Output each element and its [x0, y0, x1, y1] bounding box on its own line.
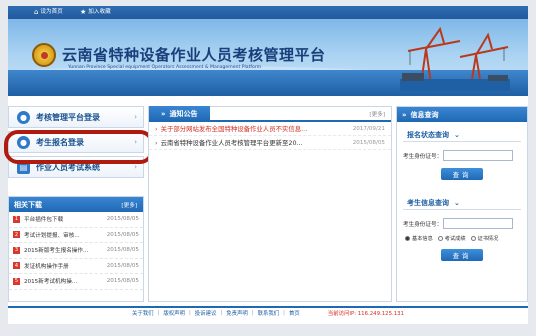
notice-title: 关于部分网站发布全国特种设备作业人员不实信息... — [160, 125, 308, 133]
download-title: 2015新版考生报名操作... — [24, 248, 89, 255]
bullet-icon: › — [155, 138, 158, 147]
info-query-panel: » 信息查询 报名状态查询 ⌄ 考生身份证号： 查询 考生信息查询 ⌄ 考生身份… — [396, 106, 528, 302]
item-number: 3 — [13, 246, 20, 254]
site-title: 云南省特种设备作业人员考核管理平台 — [62, 46, 326, 64]
download-title: 发证机构操作手册 — [24, 263, 69, 270]
notice-item[interactable]: › 云南省特种设备作业人员考核管理平台更新至20... 2015/08/05 — [149, 136, 391, 150]
favorite-label: 加入收藏 — [88, 9, 111, 15]
id-label: 考生身份证号： — [403, 221, 443, 228]
set-home-label: 设为首页 — [40, 9, 63, 15]
top-bar: ⌂ 设为首页 ★ 加入收藏 — [8, 6, 528, 19]
crane-illustration — [400, 26, 510, 91]
document-icon: ▤ — [17, 160, 30, 174]
footer-link-about[interactable]: 关于我们 — [132, 309, 154, 317]
footer-link-disclaimer[interactable]: 免责声明 — [226, 309, 248, 317]
notices-header: » 通知公告 [更多] — [149, 106, 391, 122]
info-query-heading: 考生信息查询 ⌄ — [403, 196, 521, 210]
info-id-input[interactable] — [443, 218, 513, 229]
footer-link-feedback[interactable]: 投诉建议 — [195, 309, 217, 317]
notices-tab[interactable]: » 通知公告 — [149, 106, 210, 121]
star-icon: ★ — [80, 8, 87, 16]
add-favorite-link[interactable]: ★ 加入收藏 — [80, 8, 111, 17]
notices-more-link[interactable]: [更多] — [369, 110, 385, 118]
info-query-header: » 信息查询 — [397, 107, 527, 122]
info-id-row: 考生身份证号： — [403, 218, 521, 229]
download-date: 2015/08/05 — [106, 231, 139, 238]
download-item[interactable]: 3 2015新版考生报名操作... 2015/08/05 — [9, 243, 143, 259]
visitor-ip: 当前访问IP: 116.249.125.131 — [327, 311, 405, 317]
download-item[interactable]: 1 平台插件包下载 2015/08/05 — [9, 212, 143, 228]
download-title: 平台插件包下载 — [24, 217, 64, 224]
download-date: 2015/08/05 — [106, 262, 139, 269]
users-icon: ● — [17, 135, 30, 149]
notice-date: 2017/09/21 — [352, 125, 385, 132]
user-icon: ● — [17, 110, 30, 124]
nav-label: 作业人员考试系统 — [36, 162, 100, 172]
radio-exam-score[interactable]: 考试成绩 — [437, 235, 466, 242]
status-id-row: 考生身份证号： — [403, 150, 521, 161]
info-query-button[interactable]: 查询 — [441, 249, 483, 261]
download-title: 考试计划提报、审核... — [24, 232, 80, 239]
item-number: 5 — [13, 277, 20, 285]
nav-exam-system[interactable]: ▤ 作业人员考试系统 › — [8, 156, 144, 178]
info-query-title: 信息查询 — [410, 110, 439, 119]
notices-title: 通知公告 — [169, 109, 198, 118]
notices-panel: » 通知公告 [更多] › 关于部分网站发布全国特种设备作业人员不实信息... … — [148, 106, 392, 302]
download-item[interactable]: 5 2015新考试机构操... 2015/08/05 — [9, 274, 143, 290]
nav-admin-login[interactable]: ● 考核管理平台登录 › — [8, 106, 144, 128]
chevron-down-icon: ⌄ — [454, 130, 460, 139]
page: ⌂ 设为首页 ★ 加入收藏 云南省特种设备作业人员考核管理平台 Yunnan P… — [4, 6, 528, 324]
query-type-radios: 基本信息 考试成绩 证书情况 — [405, 235, 521, 242]
nav-label: 考核管理平台登录 — [36, 112, 100, 122]
bullet-icon: › — [155, 124, 158, 133]
item-number: 2 — [13, 231, 20, 239]
download-date: 2015/08/05 — [106, 278, 139, 285]
download-date: 2015/08/05 — [106, 247, 139, 254]
set-home-link[interactable]: ⌂ 设为首页 — [34, 8, 63, 17]
item-number: 4 — [13, 262, 20, 270]
footer-link-contact[interactable]: 联系我们 — [258, 309, 280, 317]
notice-date: 2015/08/05 — [352, 139, 385, 146]
footer-link-copyright[interactable]: 版权声明 — [163, 309, 185, 317]
emblem-logo — [32, 43, 56, 67]
downloads-title: 相关下载 — [14, 200, 42, 209]
chevron-right-icon: › — [134, 113, 137, 121]
left-nav: ● 考核管理平台登录 › ● 考生报名登录 › ▤ 作业人员考试系统 › — [8, 106, 144, 181]
radio-basic-info[interactable]: 基本信息 — [405, 235, 433, 242]
radio-label: 考试成绩 — [444, 236, 466, 242]
status-query-heading: 报名状态查询 ⌄ — [403, 128, 521, 142]
download-item[interactable]: 4 发证机构操作手册 2015/08/05 — [9, 259, 143, 274]
info-query-label: 考生信息查询 — [407, 198, 449, 207]
chevron-icon: » — [161, 109, 166, 118]
download-item[interactable]: 2 考试计划提报、审核... 2015/08/05 — [9, 228, 143, 243]
footer-link-home[interactable]: 首页 — [289, 309, 300, 317]
chevron-right-icon: › — [134, 163, 137, 171]
download-title: 2015新考试机构操... — [24, 279, 78, 286]
footer: 关于我们 | 版权声明 | 投诉建议 | 免责声明 | 联系我们 | 首页 当前访问IP:… — [8, 306, 528, 318]
header-banner: 云南省特种设备作业人员考核管理平台 Yunnan Province Specia… — [8, 19, 528, 96]
status-query-button[interactable]: 查询 — [441, 168, 483, 180]
radio-label: 证书情况 — [477, 236, 499, 242]
nav-candidate-login[interactable]: ● 考生报名登录 › — [8, 131, 144, 153]
chevron-icon: » — [402, 110, 407, 119]
downloads-header: 相关下载 [更多] — [9, 197, 143, 212]
home-icon: ⌂ — [34, 8, 39, 16]
nav-label: 考生报名登录 — [36, 137, 84, 147]
radio-label: 基本信息 — [412, 236, 433, 242]
radio-certificate[interactable]: 证书情况 — [470, 235, 499, 242]
site-subtitle: Yunnan Province Special equipment Operat… — [68, 65, 262, 70]
chevron-down-icon: ⌄ — [454, 198, 460, 207]
status-id-input[interactable] — [443, 150, 513, 161]
item-number: 1 — [13, 215, 20, 223]
notice-title: 云南省特种设备作业人员考核管理平台更新至20... — [160, 139, 303, 147]
downloads-more-link[interactable]: [更多] — [121, 201, 137, 209]
status-query-label: 报名状态查询 — [407, 130, 449, 139]
chevron-right-icon: › — [134, 138, 137, 146]
id-label: 考生身份证号： — [403, 153, 443, 160]
download-date: 2015/08/05 — [106, 216, 139, 223]
downloads-panel: 相关下载 [更多] 1 平台插件包下载 2015/08/05 2 考试计划提报、… — [8, 196, 144, 302]
notice-item[interactable]: › 关于部分网站发布全国特种设备作业人员不实信息... 2017/09/21 — [149, 122, 391, 136]
